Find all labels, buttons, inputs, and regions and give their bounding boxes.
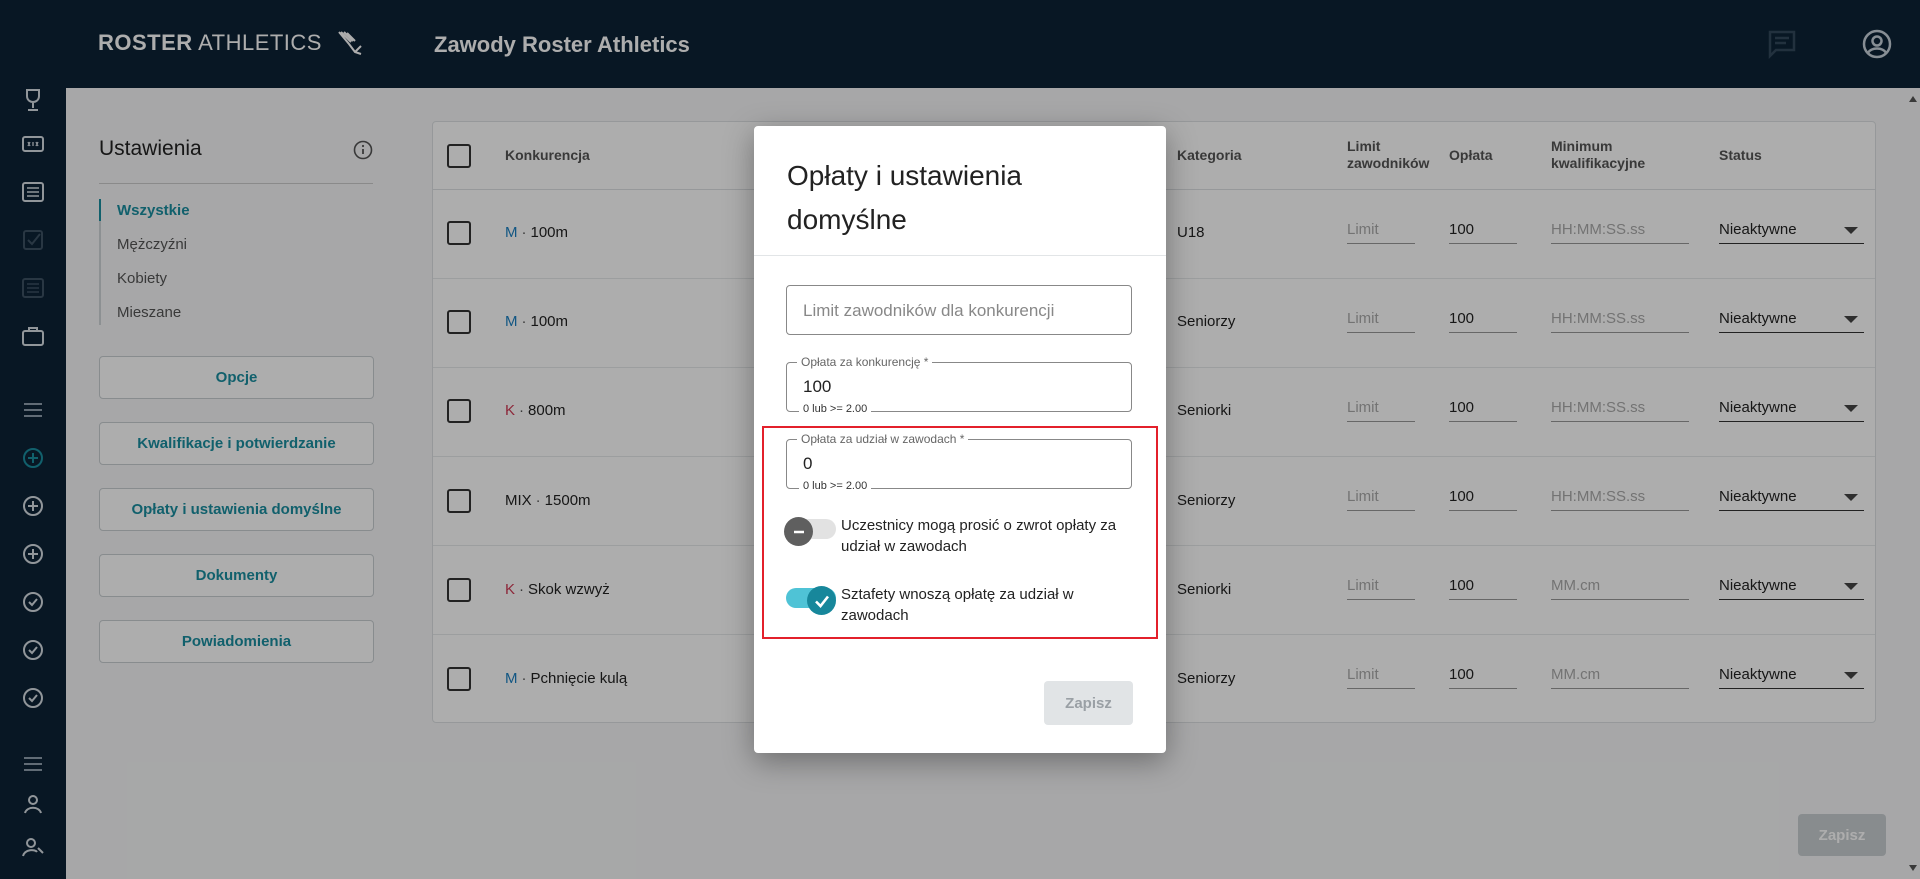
- event-fee-label: Opłata za konkurencję *: [797, 355, 933, 369]
- dialog-save-button[interactable]: Zapisz: [1044, 681, 1133, 725]
- dialog-title: Opłaty i ustawienia domyślne: [787, 160, 1023, 235]
- dialog-divider: [754, 255, 1166, 256]
- event-fee-input[interactable]: Opłata za konkurencję * 100 0 lub >= 2.0…: [786, 355, 1132, 415]
- event-fee-hint: 0 lub >= 2.00: [799, 403, 872, 415]
- event-fee-value: 100: [803, 377, 832, 396]
- highlight-box: [762, 426, 1158, 639]
- event-limit-input[interactable]: Limit zawodników dla konkurencji: [786, 285, 1132, 335]
- event-limit-placeholder: Limit zawodników dla konkurencji: [803, 301, 1055, 320]
